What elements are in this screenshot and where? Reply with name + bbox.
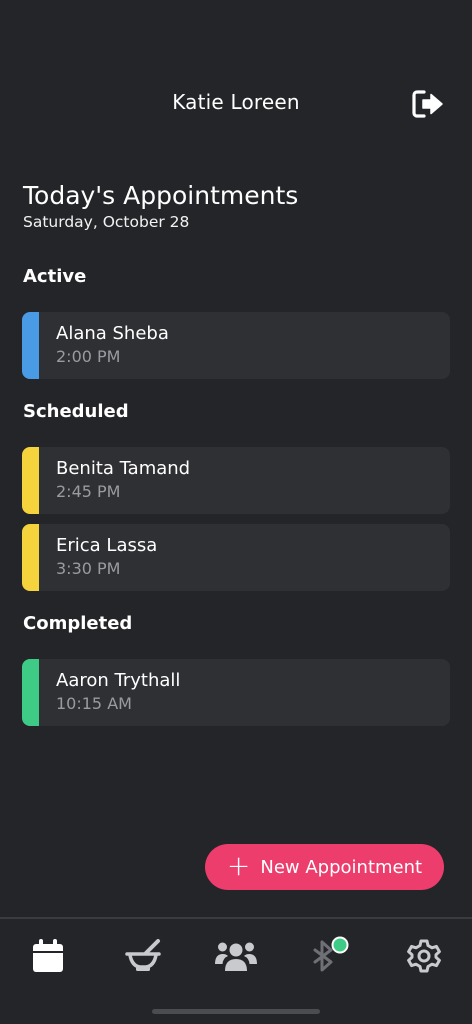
logout-icon [412,90,443,118]
appointment-card[interactable]: Benita Tamand 2:45 PM [22,447,450,514]
users-group-icon [215,942,257,971]
tab-patients[interactable] [206,933,266,979]
appointment-card[interactable]: Alana Sheba 2:00 PM [22,312,450,379]
appointment-time: 2:45 PM [56,482,121,501]
appointment-time: 2:00 PM [56,347,121,366]
page-date: Saturday, October 28 [23,213,190,231]
tab-pharmacy[interactable] [113,933,173,979]
mortar-pestle-icon [125,939,161,971]
appointment-card[interactable]: Erica Lassa 3:30 PM [22,524,450,591]
status-bar [22,524,39,591]
patient-name: Aaron Trythall [56,670,181,691]
home-indicator [152,1009,320,1014]
patient-name: Erica Lassa [56,535,158,556]
section-label-scheduled: Scheduled [23,401,129,422]
section-label-completed: Completed [23,613,133,634]
status-bar [22,312,39,379]
tab-bar [0,917,472,1024]
section-label-active: Active [23,266,87,287]
tab-bluetooth[interactable] [297,933,357,979]
user-name: Katie Loreen [172,90,300,114]
tab-settings[interactable] [394,933,454,979]
new-appointment-button[interactable]: + New Appointment [205,844,444,890]
title-block: Today's Appointments Saturday, October 2… [23,180,453,231]
patient-name: Alana Sheba [56,323,169,344]
bluetooth-icon [313,936,349,972]
new-appointment-label: New Appointment [260,856,423,878]
appointments-screen: Katie Loreen Today's Appointments Saturd… [0,0,472,1024]
header: Katie Loreen [0,0,472,150]
appointment-time: 3:30 PM [56,559,121,578]
plus-icon: + [226,848,251,882]
page-title: Today's Appointments [23,181,299,210]
tab-calendar[interactable] [18,933,78,979]
calendar-icon [33,939,63,972]
appointment-time: 10:15 AM [56,694,132,713]
appointment-card[interactable]: Aaron Trythall 10:15 AM [22,659,450,726]
status-bar [22,659,39,726]
status-bar [22,447,39,514]
logout-button[interactable] [408,86,448,122]
patient-name: Benita Tamand [56,458,191,479]
settings-gear-icon [407,939,441,973]
